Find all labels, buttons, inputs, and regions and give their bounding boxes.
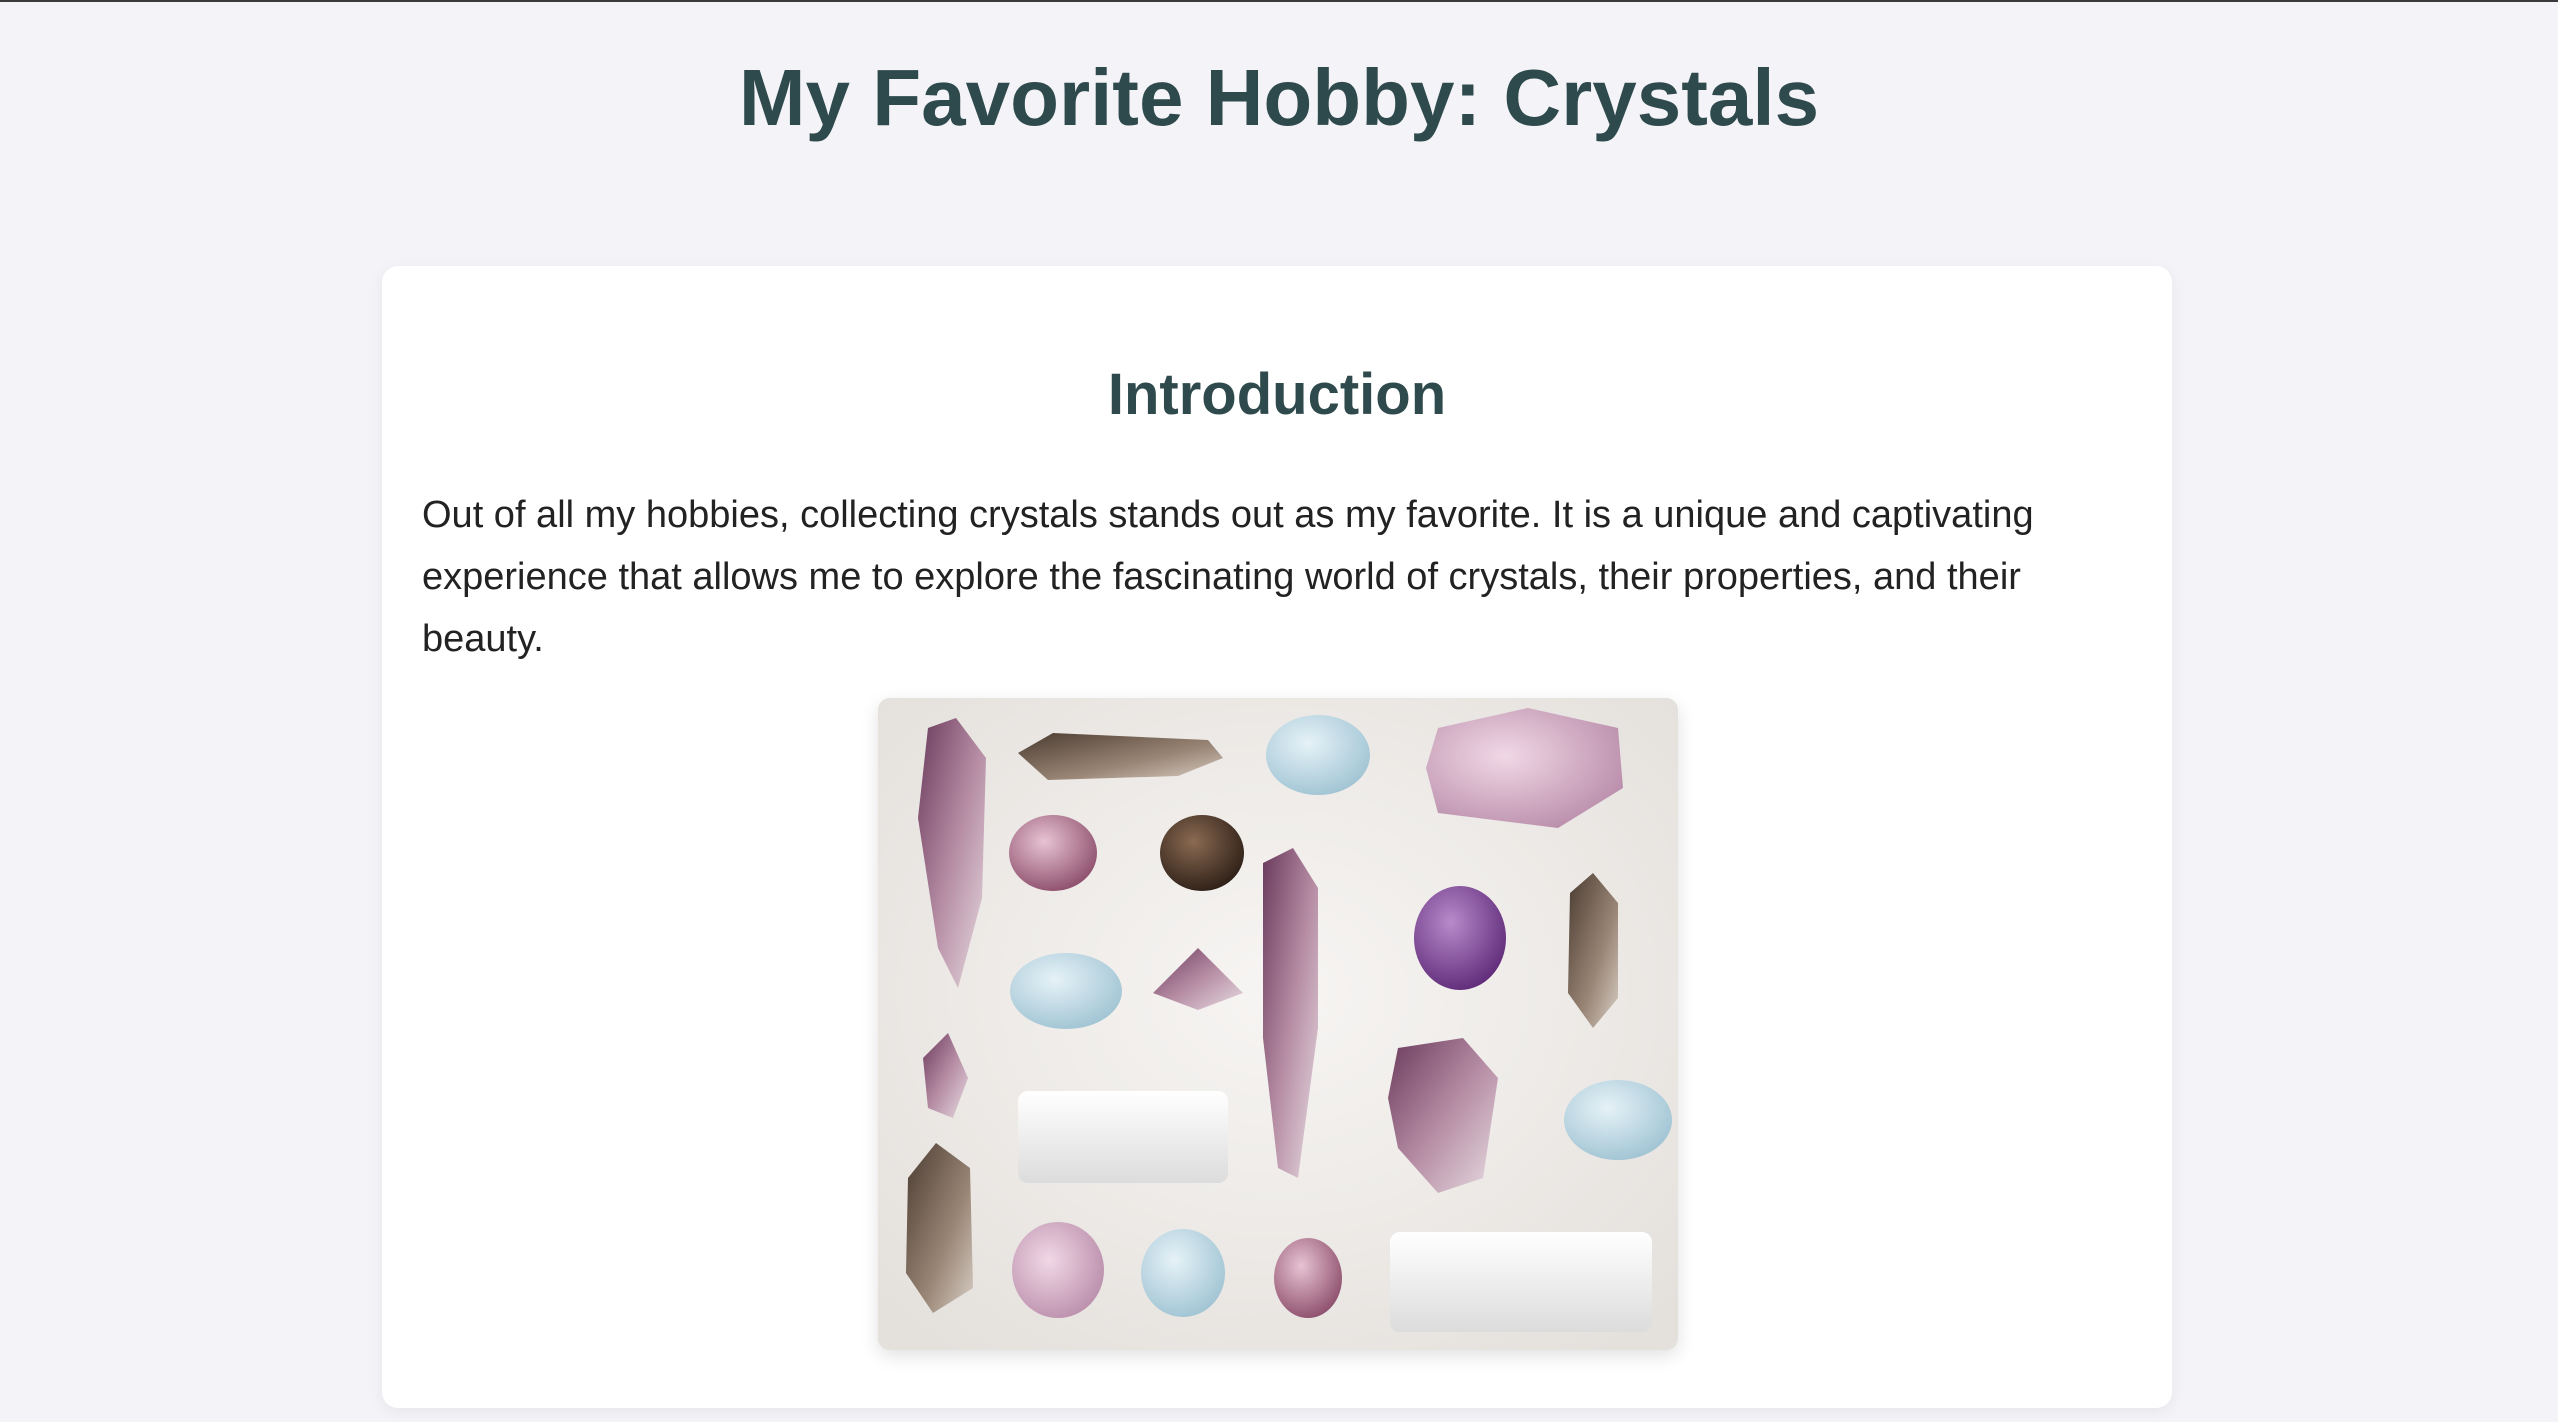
- intro-card: Introduction Out of all my hobbies, coll…: [382, 266, 2172, 1408]
- page-title: My Favorite Hobby: Crystals: [738, 53, 1820, 142]
- crystal-collection-image: [878, 698, 1678, 1350]
- section-title-introduction: Introduction: [1107, 362, 1447, 427]
- intro-paragraph: Out of all my hobbies, collecting crysta…: [422, 494, 2034, 660]
